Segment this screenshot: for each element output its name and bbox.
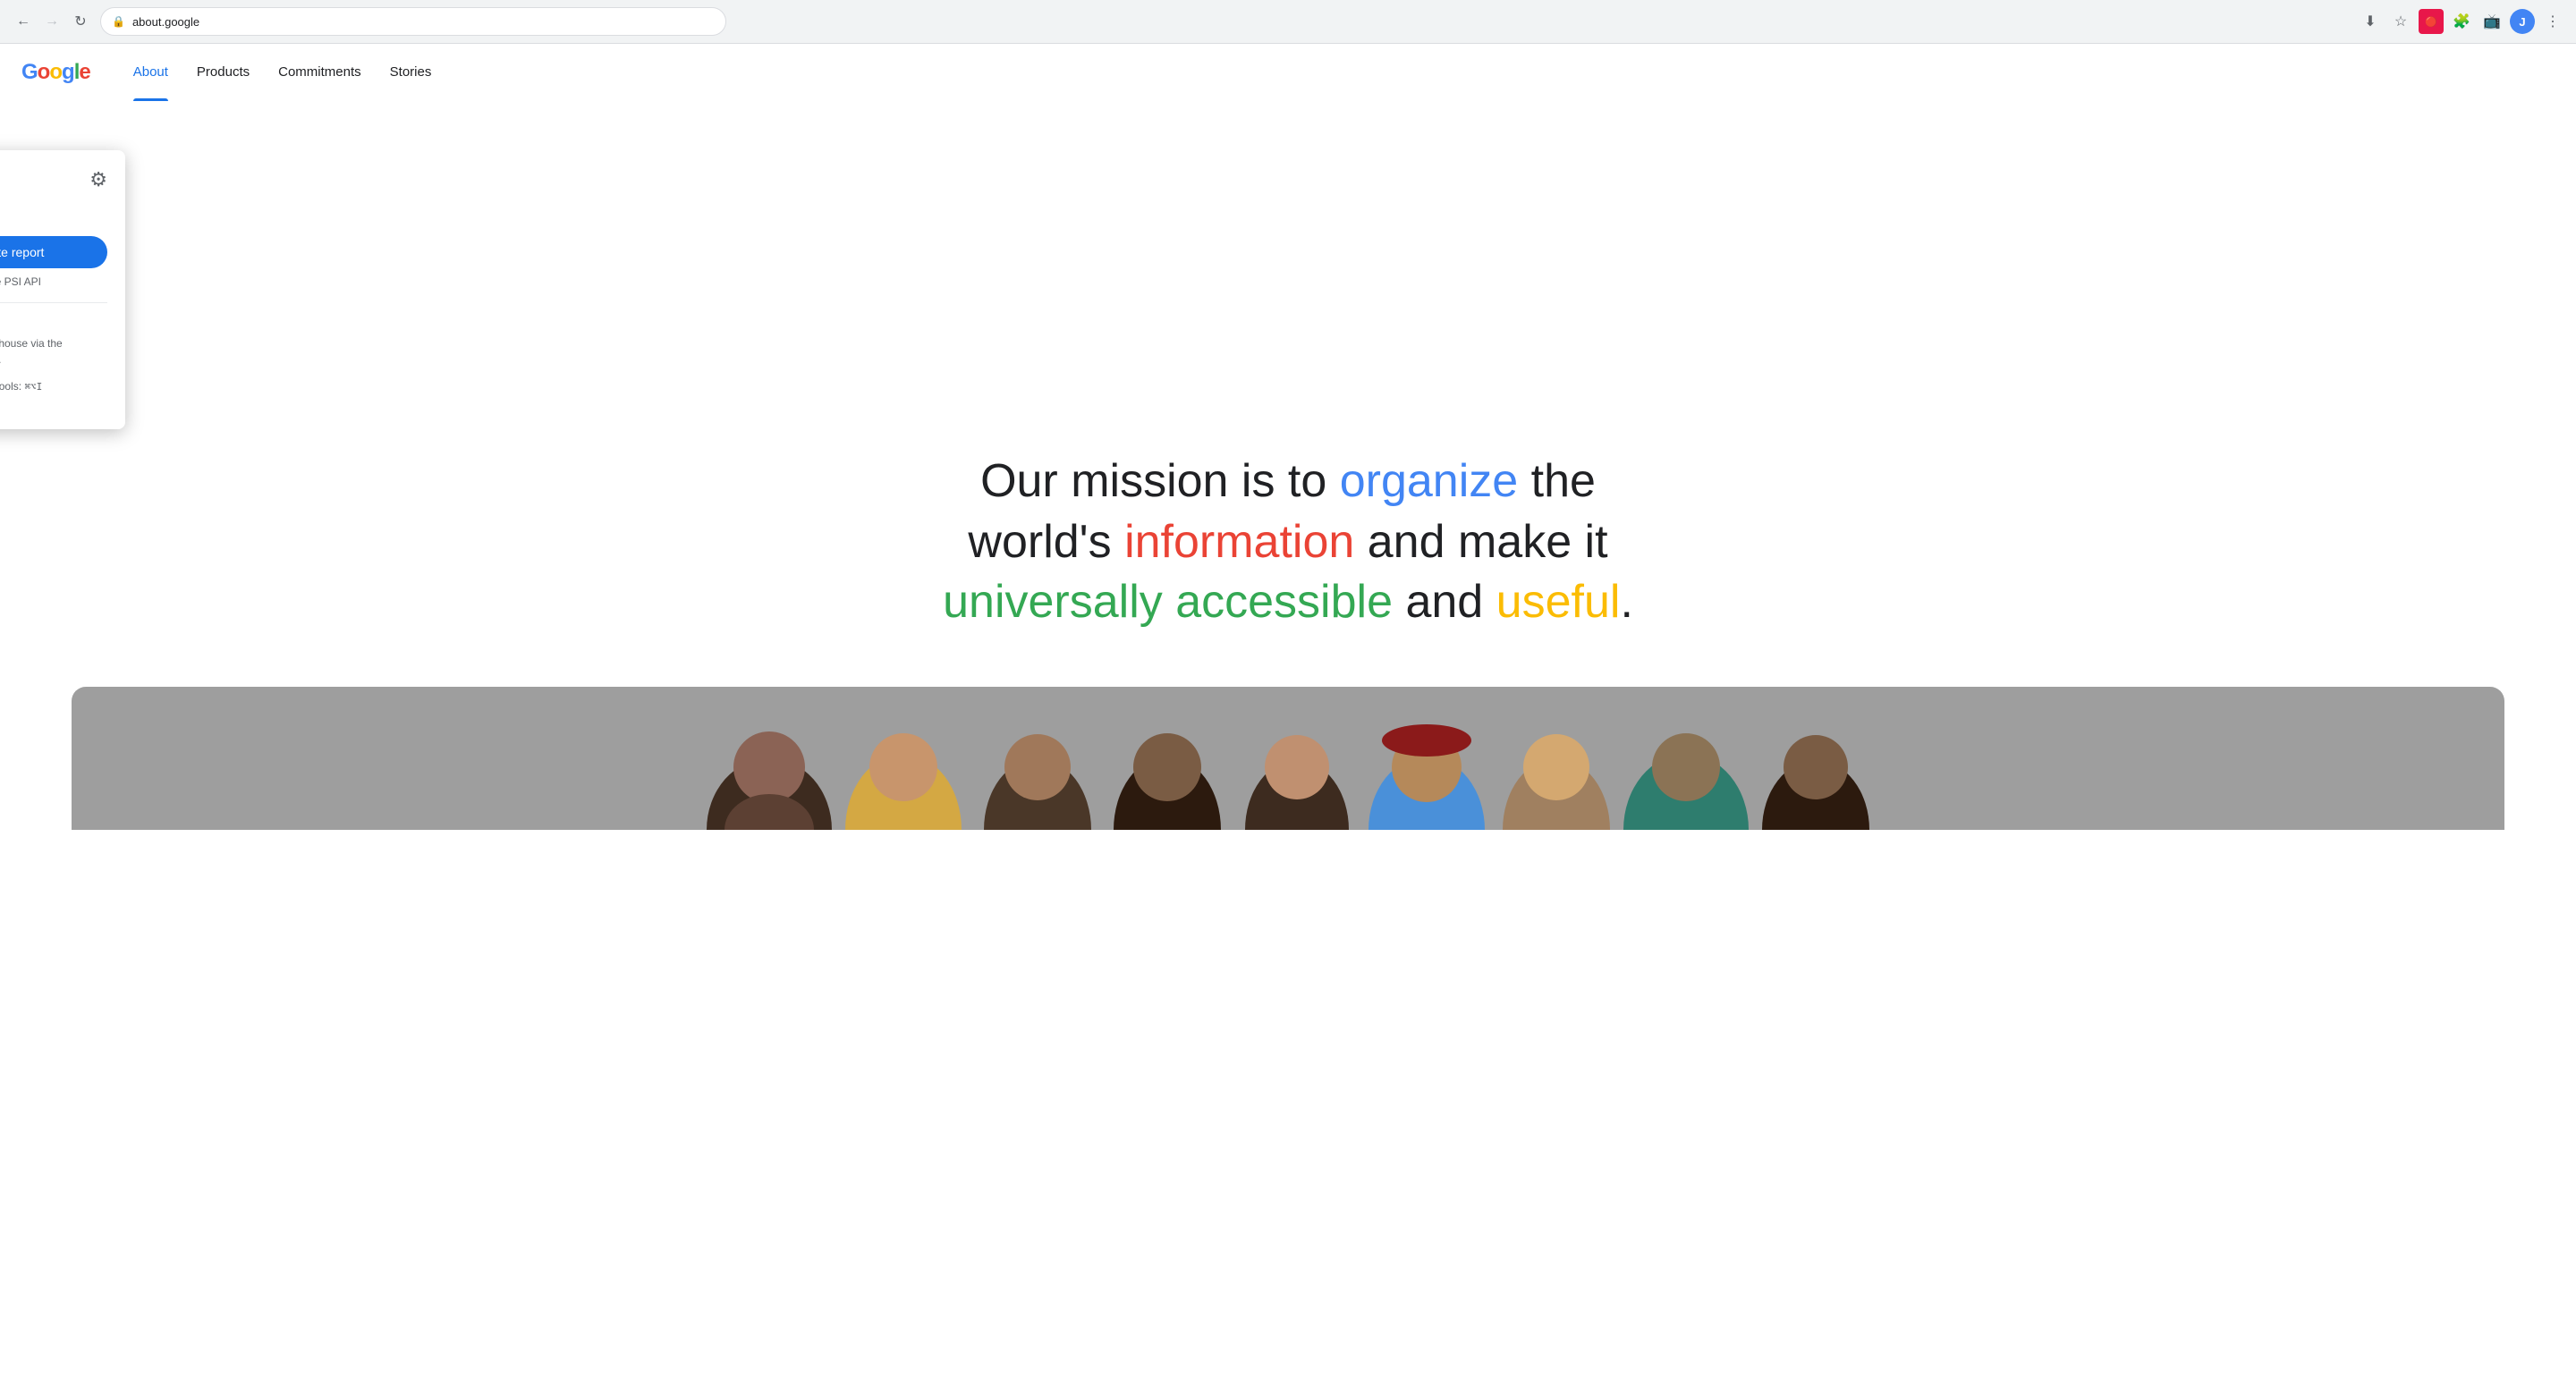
hero-word-organize: organize bbox=[1340, 455, 1518, 507]
popup-header: ⚙ bbox=[0, 168, 107, 225]
browser-toolbar: ← → ↻ 🔒 about.google ⬇ ☆ 🔴 🧩 📺 J ⋮ bbox=[0, 0, 2576, 43]
toolbar-right: ⬇ ☆ 🔴 🧩 📺 J ⋮ bbox=[2358, 9, 2565, 34]
reload-button[interactable]: ↻ bbox=[68, 9, 93, 34]
devtools-title: Chrome DevTools bbox=[0, 314, 107, 328]
devtools-desc: You can also run Lighthouse via the DevT… bbox=[0, 335, 107, 368]
browser-chrome: ← → ↻ 🔒 about.google ⬇ ☆ 🔴 🧩 📺 J ⋮ bbox=[0, 0, 2576, 44]
people-illustration bbox=[72, 687, 2504, 830]
illustration-strip bbox=[72, 687, 2504, 830]
lighthouse-extension-icon[interactable]: 🔴 bbox=[2419, 9, 2444, 34]
generate-report-button[interactable]: Generate report bbox=[0, 236, 107, 268]
popup-divider bbox=[0, 302, 107, 303]
url-text: about.google bbox=[132, 15, 199, 29]
google-logo[interactable]: Google bbox=[21, 60, 90, 85]
download-button[interactable]: ⬇ bbox=[2358, 9, 2383, 34]
back-button[interactable]: ← bbox=[11, 9, 36, 34]
illustration-wrapper bbox=[0, 687, 2576, 830]
nav-links: About Products Commitments Stories bbox=[119, 44, 446, 101]
menu-button[interactable]: ⋮ bbox=[2540, 9, 2565, 34]
address-bar[interactable]: 🔒 about.google bbox=[100, 7, 726, 36]
site-nav: Google About Products Commitments Storie… bbox=[0, 44, 2576, 101]
psi-label: Uses the PSI API bbox=[0, 275, 107, 288]
hero-line2: world's information and make it bbox=[968, 516, 1607, 568]
nav-about[interactable]: About bbox=[119, 44, 182, 101]
hero-word-accessible: accessible bbox=[1175, 576, 1393, 628]
hero-text: Our mission is to organize the world's i… bbox=[886, 452, 1690, 633]
hero-line3: universally accessible and useful. bbox=[943, 576, 1633, 628]
hero-line1: Our mission is to organize the bbox=[980, 455, 1596, 507]
nav-products[interactable]: Products bbox=[182, 44, 264, 101]
hero-section: Our mission is to organize the world's i… bbox=[0, 380, 2576, 687]
hero-word-useful: useful bbox=[1496, 576, 1621, 628]
page-wrapper: Google About Products Commitments Storie… bbox=[0, 44, 2576, 830]
bookmark-button[interactable]: ☆ bbox=[2388, 9, 2413, 34]
profile-avatar[interactable]: J bbox=[2510, 9, 2535, 34]
forward-button[interactable]: → bbox=[39, 9, 64, 34]
hero-word-information: information bbox=[1124, 516, 1354, 568]
cast-button[interactable]: 📺 bbox=[2479, 9, 2504, 34]
extensions-button[interactable]: 🧩 bbox=[2449, 9, 2474, 34]
shortcut-text: Shortcut to open DevTools: ⌘⌥I(Cmd+Opt+I… bbox=[0, 378, 107, 411]
gear-icon[interactable]: ⚙ bbox=[89, 168, 107, 191]
lock-icon: 🔒 bbox=[112, 15, 125, 28]
nav-commitments[interactable]: Commitments bbox=[264, 44, 376, 101]
nav-stories[interactable]: Stories bbox=[376, 44, 446, 101]
lighthouse-popup: ⚙ Generate report Uses the PSI API Chrom… bbox=[0, 150, 125, 429]
nav-buttons: ← → ↻ bbox=[11, 9, 93, 34]
hero-word-universally: universally bbox=[943, 576, 1163, 628]
